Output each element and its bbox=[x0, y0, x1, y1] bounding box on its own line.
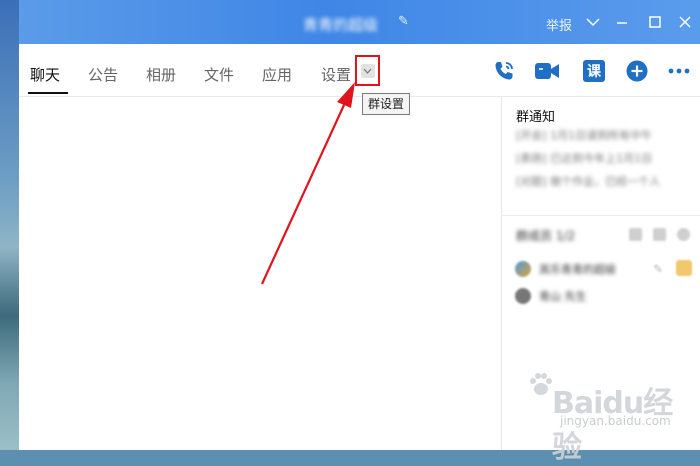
title-bar: 青青的超级 ✎ 举报 bbox=[19, 0, 700, 44]
chat-message-area[interactable] bbox=[19, 97, 501, 450]
window-title: 青青的超级 bbox=[303, 16, 379, 34]
settings-dropdown-button[interactable] bbox=[355, 55, 380, 86]
invite-icon[interactable] bbox=[653, 228, 666, 241]
member-name: 青山 先生 bbox=[539, 290, 587, 303]
tab-settings[interactable]: 设置 bbox=[321, 64, 351, 85]
more-icon[interactable] bbox=[666, 58, 692, 84]
notice-item[interactable]: [表扬] 已达到今年上1月1日 bbox=[516, 150, 652, 166]
member-row[interactable]: 青山 先生 bbox=[515, 286, 587, 306]
avatar bbox=[515, 261, 531, 277]
divider bbox=[502, 215, 700, 216]
group-settings-tooltip: 群设置 bbox=[362, 93, 411, 115]
member-name: 其乐青青的超级 bbox=[539, 263, 616, 276]
paw-logo-icon bbox=[530, 373, 552, 395]
add-icon[interactable] bbox=[624, 58, 650, 84]
group-chat-window: 青青的超级 ✎ 举报 聊天 公告 相册 文件 应用 设置 课 群设置 群通知 [… bbox=[19, 0, 700, 465]
edit-icon[interactable]: ✎ bbox=[653, 262, 663, 276]
notice-item[interactable]: [对题] 做个作业，已经一个人 bbox=[516, 173, 660, 189]
group-notice-title: 群通知 bbox=[516, 110, 556, 125]
watermark-url: jingyan.baidu.com bbox=[560, 414, 671, 428]
tab-chat[interactable]: 聊天 bbox=[30, 64, 60, 85]
course-icon[interactable]: 课 bbox=[581, 58, 607, 84]
search-icon[interactable] bbox=[677, 228, 690, 241]
group-members-title: 群成员 1/2 bbox=[516, 229, 576, 243]
video-icon[interactable] bbox=[534, 58, 560, 84]
notice-item[interactable]: [开会] 1月1日请到所有中午 bbox=[516, 127, 652, 143]
desktop-background bbox=[0, 0, 19, 450]
tab-apps[interactable]: 应用 bbox=[262, 64, 292, 85]
tab-album[interactable]: 相册 bbox=[146, 64, 176, 85]
tab-bar: 聊天 公告 相册 文件 应用 设置 课 bbox=[19, 44, 700, 97]
active-tab-indicator bbox=[28, 92, 68, 94]
member-row[interactable]: 其乐青青的超级 bbox=[515, 259, 616, 279]
report-button[interactable]: 举报 bbox=[546, 15, 572, 34]
avatar bbox=[515, 288, 531, 304]
course-label: 课 bbox=[583, 60, 605, 82]
copy-icon[interactable] bbox=[629, 228, 642, 241]
phone-icon[interactable] bbox=[491, 58, 517, 84]
tab-announcement[interactable]: 公告 bbox=[88, 64, 118, 85]
tab-files[interactable]: 文件 bbox=[204, 64, 234, 85]
minimize-icon[interactable] bbox=[611, 10, 633, 34]
chevron-down-icon[interactable] bbox=[582, 10, 604, 34]
maximize-icon[interactable] bbox=[644, 10, 666, 34]
owner-badge-icon bbox=[676, 260, 692, 276]
close-icon[interactable] bbox=[674, 10, 696, 34]
edit-title-icon[interactable]: ✎ bbox=[398, 14, 409, 29]
chevron-down-icon bbox=[360, 63, 375, 78]
